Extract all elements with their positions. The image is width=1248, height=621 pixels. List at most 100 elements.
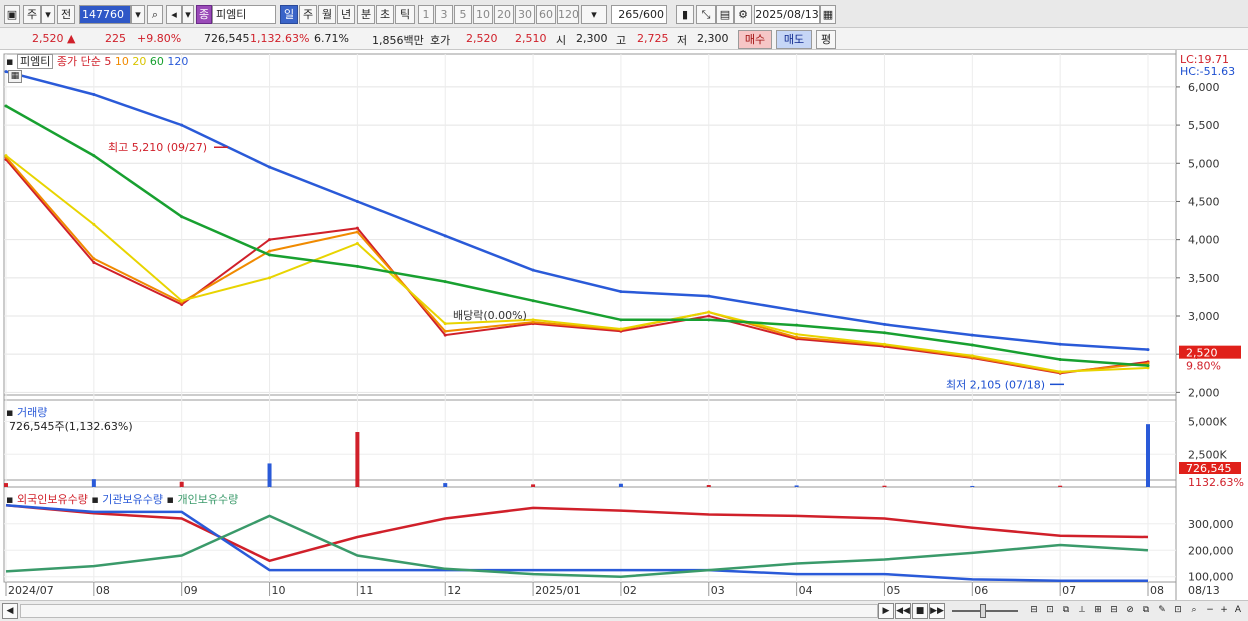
scroll-right-icon[interactable]: ▶ — [878, 603, 894, 619]
ruler-icon[interactable]: ⟂ — [1074, 603, 1090, 619]
current-pct-tag-label: 9.80% — [1186, 360, 1221, 373]
ma-60-point — [268, 253, 272, 257]
ma5-legend: 5 — [104, 55, 112, 68]
panel-menu-icon[interactable]: ▪ — [6, 493, 13, 506]
gear-icon[interactable]: ⚙ — [734, 5, 752, 24]
ma-10-point — [355, 230, 359, 234]
period-month-button[interactable]: 월 — [318, 5, 336, 24]
ma-120-point — [1058, 342, 1062, 346]
draw-icon[interactable]: ✎ — [1154, 603, 1170, 619]
search-icon[interactable]: ⌕ — [147, 5, 163, 24]
toggle-icon[interactable]: ⊘ — [1122, 603, 1138, 619]
ma10-legend: 10 — [114, 55, 129, 68]
period-year-label: 년 — [340, 8, 352, 21]
ma-60-point — [619, 318, 623, 322]
ma-20-point — [355, 241, 359, 245]
window-icon[interactable]: ▣ — [4, 5, 20, 24]
period-year-button[interactable]: 년 — [337, 5, 355, 24]
price-y-tick-label: 6,000 — [1188, 81, 1220, 94]
panel-menu-icon[interactable]: ▪ — [91, 493, 98, 506]
volume-bar — [1058, 485, 1063, 487]
interval-20-button[interactable]: 20 — [494, 5, 514, 24]
period-tick-button[interactable]: 틱 — [395, 5, 415, 24]
chart-area[interactable]: 6,000 5,500 5,000 4,500 4,000 3,500 3,000 2,500… — [0, 50, 1248, 621]
turnover-rate: 6.71% — [314, 32, 349, 45]
sell-button[interactable]: 매도 — [776, 30, 812, 49]
period-main-select[interactable]: 주 — [23, 5, 41, 24]
interval-60-button[interactable]: 60 — [536, 5, 556, 24]
period-second-button[interactable]: 초 — [376, 5, 394, 24]
period-dropdown-icon[interactable]: ▾ — [41, 5, 55, 24]
ma-5-point — [355, 226, 359, 230]
overlay-icon[interactable]: ⊡ — [1042, 603, 1058, 619]
ma-20-point — [970, 354, 974, 358]
count-total: /600 — [639, 8, 664, 21]
grid-icon[interactable]: ⊟ — [1106, 603, 1122, 619]
save-icon[interactable]: ▤ — [716, 5, 734, 24]
calculator-icon[interactable]: ▦ — [8, 70, 22, 83]
ma-20-point — [180, 299, 184, 303]
interval-5-button[interactable]: 5 — [454, 5, 472, 24]
ma-5-point — [92, 261, 96, 265]
eval-button[interactable]: 평 — [816, 30, 836, 49]
x-axis-label: 05 — [886, 584, 900, 597]
ma-20-point — [1058, 370, 1062, 374]
price-y-tick-label: 3,000 — [1188, 310, 1220, 323]
interval-120-button[interactable]: 120 — [557, 5, 579, 24]
ma-legend-title: 종가 단순 — [56, 55, 101, 68]
calendar-icon[interactable]: ▦ — [820, 5, 836, 24]
ma-120-line — [5, 70, 1149, 351]
panel-menu-icon[interactable]: ▪ — [6, 55, 13, 68]
ma-60-point — [355, 264, 359, 268]
zoom-in-icon[interactable]: ⌕ — [1186, 603, 1202, 619]
compare-icon[interactable]: ⊟ — [1026, 603, 1042, 619]
candle-type-icon[interactable]: ▮ — [676, 5, 694, 24]
period-day-button[interactable]: 일 — [280, 5, 298, 24]
interval-120-label: 120 — [558, 8, 579, 21]
chart-type-icon[interactable]: ⤡ — [696, 5, 716, 24]
interval-5-label: 5 — [459, 8, 467, 21]
speaker-dropdown-icon[interactable]: ▾ — [182, 5, 194, 24]
stock-code-input[interactable]: 147760 — [79, 5, 131, 24]
font-size-icon[interactable]: A — [1230, 603, 1246, 619]
layout-icon[interactable]: ⊞ — [1090, 603, 1106, 619]
stock-code-value: 147760 — [82, 8, 124, 21]
interval-10-button[interactable]: 10 — [473, 5, 493, 24]
period-minute-button[interactable]: 분 — [357, 5, 375, 24]
volume-tag-label: 726,545 — [1186, 462, 1232, 475]
interval-60-label: 60 — [539, 8, 553, 21]
buy-button[interactable]: 매수 — [738, 30, 772, 49]
speaker-icon[interactable]: ◂ — [166, 5, 182, 24]
period-week-button[interactable]: 주 — [299, 5, 317, 24]
window-icon[interactable]: ⊡ — [1170, 603, 1186, 619]
interval-3-button[interactable]: 3 — [435, 5, 453, 24]
interval-30-button[interactable]: 30 — [515, 5, 535, 24]
x-axis-label: 04 — [799, 584, 813, 597]
scroll-left-icon[interactable]: ◀ — [2, 603, 18, 619]
count-input[interactable]: 265/600 — [611, 5, 667, 24]
code-dropdown-icon[interactable]: ▾ — [131, 5, 145, 24]
zoom-slider-handle[interactable] — [980, 604, 986, 618]
dividend-annotation: 배당락(0.00%) — [453, 309, 527, 322]
panel-menu-icon[interactable]: ▪ — [167, 493, 174, 506]
ma-120-point — [355, 199, 359, 203]
fast-forward-icon[interactable]: ▶▶ — [929, 603, 945, 619]
period-minute-label: 분 — [360, 8, 372, 21]
hc-indicator: HC:-51.63 — [1180, 65, 1236, 78]
rewind-icon[interactable]: ◀◀ — [895, 603, 911, 619]
link-icon[interactable]: ⧉ — [1058, 603, 1074, 619]
bottom-scroll-bar: ◀ ▶ ◀◀ ■ ▶▶ ⊟ ⊡ ⧉ ⟂ ⊞ ⊟ ⊘ ⧉ ✎ ⊡ ⌕ − + A — [0, 600, 1248, 621]
current-price: 2,520 — [32, 32, 64, 45]
ma-10-point — [443, 329, 447, 333]
stock-chart-svg[interactable]: 6,000 5,500 5,000 4,500 4,000 3,500 3,000 2,500… — [0, 50, 1248, 600]
capture-icon[interactable]: ⧉ — [1138, 603, 1154, 619]
prev-button[interactable]: 전 — [57, 5, 75, 24]
stock-name-field[interactable]: 피엠티 — [212, 5, 276, 24]
ma-60-point — [1058, 358, 1062, 362]
interval-1-button[interactable]: 1 — [418, 5, 434, 24]
stop-icon[interactable]: ■ — [912, 603, 928, 619]
ma-60-point — [180, 215, 184, 219]
date-input[interactable]: 2025/08/13 — [754, 5, 820, 24]
horizontal-scrollbar[interactable] — [20, 604, 878, 618]
interval-custom-select[interactable]: ▾ — [581, 5, 607, 24]
